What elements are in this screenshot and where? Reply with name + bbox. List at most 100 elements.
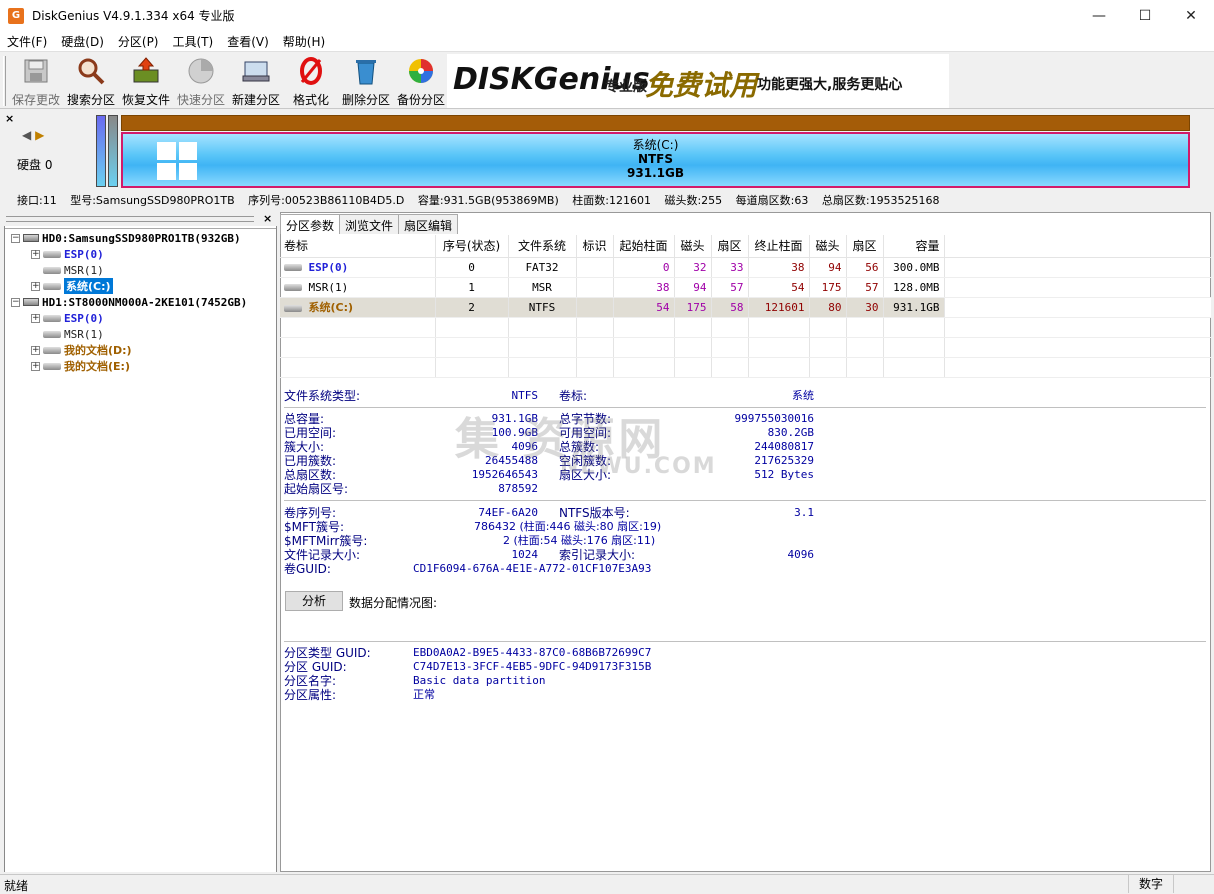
menu-help[interactable]: 帮助(H)	[276, 33, 332, 50]
used-clusters-label: 已用簇数:	[284, 454, 337, 468]
save-changes-button[interactable]: 保存更改	[10, 54, 62, 108]
disk-label: 硬盘 0	[17, 158, 53, 172]
toolbar-grip[interactable]	[3, 56, 6, 106]
tree-item-hd0-system[interactable]: + 系统(C:)	[31, 278, 113, 294]
partition-fs: NTFS	[637, 152, 674, 166]
recover-files-button[interactable]: 恢复文件	[120, 54, 172, 108]
col-header[interactable]: 终止柱面	[748, 235, 810, 258]
menu-bar: 文件(F) 硬盘(D) 分区(P) 工具(T) 查看(V) 帮助(H)	[0, 31, 1214, 51]
col-header[interactable]: 磁头	[809, 235, 847, 258]
menu-file[interactable]: 文件(F)	[0, 33, 54, 50]
recover-files-label: 恢复文件	[121, 93, 170, 107]
msr-partition-bar[interactable]	[108, 115, 118, 187]
col-header[interactable]: 容量	[883, 235, 945, 258]
disk-nav-arrows[interactable]: ◀ ▶	[22, 128, 44, 142]
tree-item-hd1-esp[interactable]: + ESP(0)	[31, 310, 104, 326]
menu-tools[interactable]: 工具(T)	[166, 33, 221, 50]
disk-serial: 序列号:00523B86110B4D5.D	[248, 194, 405, 207]
close-icon[interactable]: ×	[5, 112, 14, 125]
col-header[interactable]: 起始柱面	[613, 235, 675, 258]
expand-icon[interactable]: +	[31, 281, 40, 291]
mft-cluster-value: 786432 (柱面:446 磁头:80 扇区:19)	[474, 520, 662, 533]
prev-disk-icon[interactable]: ◀	[22, 128, 31, 142]
menu-partition[interactable]: 分区(P)	[111, 33, 166, 50]
tree-item-hd1-d[interactable]: + 我的文档(D:)	[31, 342, 132, 358]
new-partition-button[interactable]: 新建分区	[230, 54, 282, 108]
tree-item-hd0[interactable]: − HD0:SamsungSSD980PRO1TB(932GB)	[11, 230, 241, 246]
analyze-button[interactable]: 分析	[285, 591, 343, 611]
partition-icon	[43, 330, 61, 338]
minimize-button[interactable]: —	[1076, 0, 1122, 31]
ntfs-version-label: NTFS版本号:	[559, 506, 630, 520]
volume-serial-label: 卷序列号:	[284, 506, 337, 520]
close-button[interactable]: ✕	[1168, 0, 1214, 31]
quick-partition-icon	[185, 56, 217, 86]
partition-icon	[284, 264, 302, 271]
table-header-row: 卷标 序号(状态) 文件系统 标识 起始柱面 磁头 扇区 终止柱面 磁头 扇区 …	[280, 235, 1211, 258]
volume-serial-value: 74EF-6A20	[478, 506, 538, 519]
partition-name-value: Basic data partition	[413, 674, 546, 687]
table-row[interactable]: ESP(0) 0 FAT32 0 32 33 38 94 56 300.0MB	[280, 257, 1211, 278]
collapse-icon[interactable]: −	[11, 233, 20, 243]
hard-disk-icon	[23, 298, 39, 306]
col-header[interactable]: 扇区	[846, 235, 884, 258]
quick-partition-button[interactable]: 快速分区	[175, 54, 227, 108]
tree-item-hd0-esp[interactable]: + ESP(0)	[31, 246, 104, 262]
delete-partition-button[interactable]: 删除分区	[340, 54, 392, 108]
collapse-icon[interactable]: −	[11, 297, 20, 307]
col-header[interactable]: 标识	[576, 235, 614, 258]
col-header[interactable]: 磁头	[674, 235, 712, 258]
menu-view[interactable]: 查看(V)	[220, 33, 276, 50]
tree-item-hd1-msr[interactable]: MSR(1)	[43, 326, 104, 342]
disk-info-line: 接口:11 型号:SamsungSSD980PRO1TB 序列号:00523B8…	[17, 192, 950, 208]
watermark-url: NEWU.COM	[560, 454, 717, 479]
backup-partition-button[interactable]: 备份分区	[395, 54, 447, 108]
sector-size-value: 512 Bytes	[754, 468, 814, 481]
partition-table: 卷标 序号(状态) 文件系统 标识 起始柱面 磁头 扇区 终止柱面 磁头 扇区 …	[280, 235, 1211, 378]
total-sectors-value: 1952646543	[471, 468, 538, 481]
tab-partition-params[interactable]: 分区参数	[280, 214, 341, 234]
partition-guid-value: C74D7E13-3FCF-4EB5-9DFC-94D9173F315B	[413, 660, 652, 673]
banner-edition: 专业版	[605, 79, 647, 95]
system-partition-block[interactable]: 系统(C:) NTFS 931.1GB	[121, 132, 1190, 188]
pane-grip[interactable]	[6, 216, 254, 222]
next-disk-icon[interactable]: ▶	[35, 128, 44, 142]
expand-icon[interactable]: +	[31, 249, 40, 259]
partition-size: 931.1GB	[627, 166, 684, 180]
tree-item-hd1-e[interactable]: + 我的文档(E:)	[31, 358, 130, 374]
tree-item-hd1[interactable]: − HD1:ST8000NM000A-2KE101(7452GB)	[11, 294, 247, 310]
tree-close-icon[interactable]: ×	[263, 212, 272, 225]
esp-partition-bar[interactable]	[96, 115, 106, 187]
tab-browse-files[interactable]: 浏览文件	[339, 214, 400, 234]
search-partition-button[interactable]: 搜索分区	[65, 54, 117, 108]
maximize-button[interactable]: ☐	[1122, 0, 1168, 31]
status-text: 就绪	[4, 879, 29, 893]
col-header[interactable]: 文件系统	[508, 235, 577, 258]
fs-type-label: 文件系统类型:	[284, 389, 361, 403]
table-row[interactable]: MSR(1) 1 MSR 38 94 57 54 175 57 128.0MB	[280, 277, 1211, 298]
col-header[interactable]: 序号(状态)	[435, 235, 509, 258]
tab-sector-edit[interactable]: 扇区编辑	[398, 214, 459, 234]
system-partition-usage-bar	[121, 115, 1190, 131]
menu-disk[interactable]: 硬盘(D)	[54, 33, 111, 50]
tree-item-hd0-msr[interactable]: MSR(1)	[43, 262, 104, 278]
disk-model: 型号:SamsungSSD980PRO1TB	[70, 194, 235, 207]
partition-type-guid-value: EBD0A0A2-B9E5-4433-87C0-68B6B72699C7	[413, 646, 652, 659]
expand-icon[interactable]: +	[31, 345, 40, 355]
format-button[interactable]: 格式化	[285, 54, 337, 108]
col-header[interactable]: 扇区	[711, 235, 749, 258]
promo-banner[interactable]: DISKGenius 专业版 免费试用 功能更强大,服务更贴心	[447, 54, 949, 108]
new-partition-icon	[240, 56, 272, 86]
backup-disc-icon	[405, 56, 437, 86]
toolbar: 保存更改 搜索分区 恢复文件 快速分区 新建分区 格式化 删除分区 备份分区 D…	[0, 51, 1214, 109]
magnifier-icon	[75, 56, 107, 86]
table-row-selected[interactable]: 系统(C:) 2 NTFS 54 175 58 121601 80 30 931…	[280, 297, 1211, 318]
expand-icon[interactable]: +	[31, 361, 40, 371]
backup-partition-label: 备份分区	[396, 93, 445, 107]
total-sectors-label: 总扇区数:	[284, 468, 337, 482]
cluster-size-label: 簇大小:	[284, 440, 325, 454]
banner-free-trial: 免费试用	[645, 69, 758, 102]
banner-slogan: 功能更强大,服务更贴心	[757, 77, 903, 93]
expand-icon[interactable]: +	[31, 313, 40, 323]
col-header[interactable]: 卷标	[280, 235, 436, 258]
